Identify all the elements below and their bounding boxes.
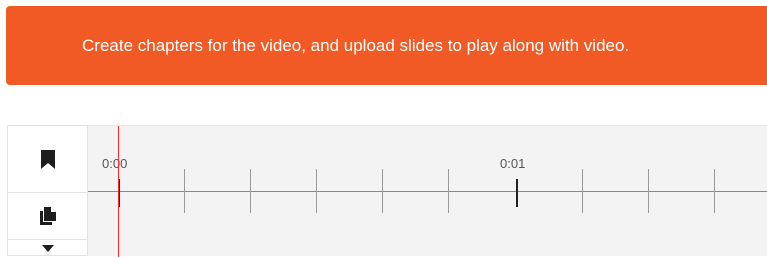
info-banner: Create chapters for the video, and uploa… (6, 6, 767, 85)
banner-text: Create chapters for the video, and uploa… (82, 36, 630, 55)
upload-slides-button[interactable] (8, 193, 87, 240)
timeline-tick-major (516, 179, 518, 207)
timeline-tick (648, 169, 649, 213)
bookmark-icon (40, 149, 55, 169)
add-chapter-button[interactable] (8, 126, 87, 193)
documents-icon (39, 207, 56, 225)
timeline-label-one-second: 0:01 (500, 156, 526, 171)
playhead-marker[interactable] (118, 126, 119, 257)
timeline-tick (250, 169, 251, 213)
timeline-tick (582, 169, 583, 213)
editor-toolbar (7, 125, 88, 256)
timeline-ruler[interactable]: 0:00 0:01 (88, 125, 767, 257)
timeline-tick (714, 169, 715, 213)
more-options-button[interactable] (8, 240, 87, 256)
timeline-label-start: 0:00 (102, 156, 128, 171)
caret-down-icon (41, 244, 54, 252)
timeline-tick (316, 169, 317, 213)
timeline-tick (382, 169, 383, 213)
timeline-tick (184, 169, 185, 213)
timeline-tick (448, 169, 449, 213)
timeline-axis (88, 191, 767, 192)
